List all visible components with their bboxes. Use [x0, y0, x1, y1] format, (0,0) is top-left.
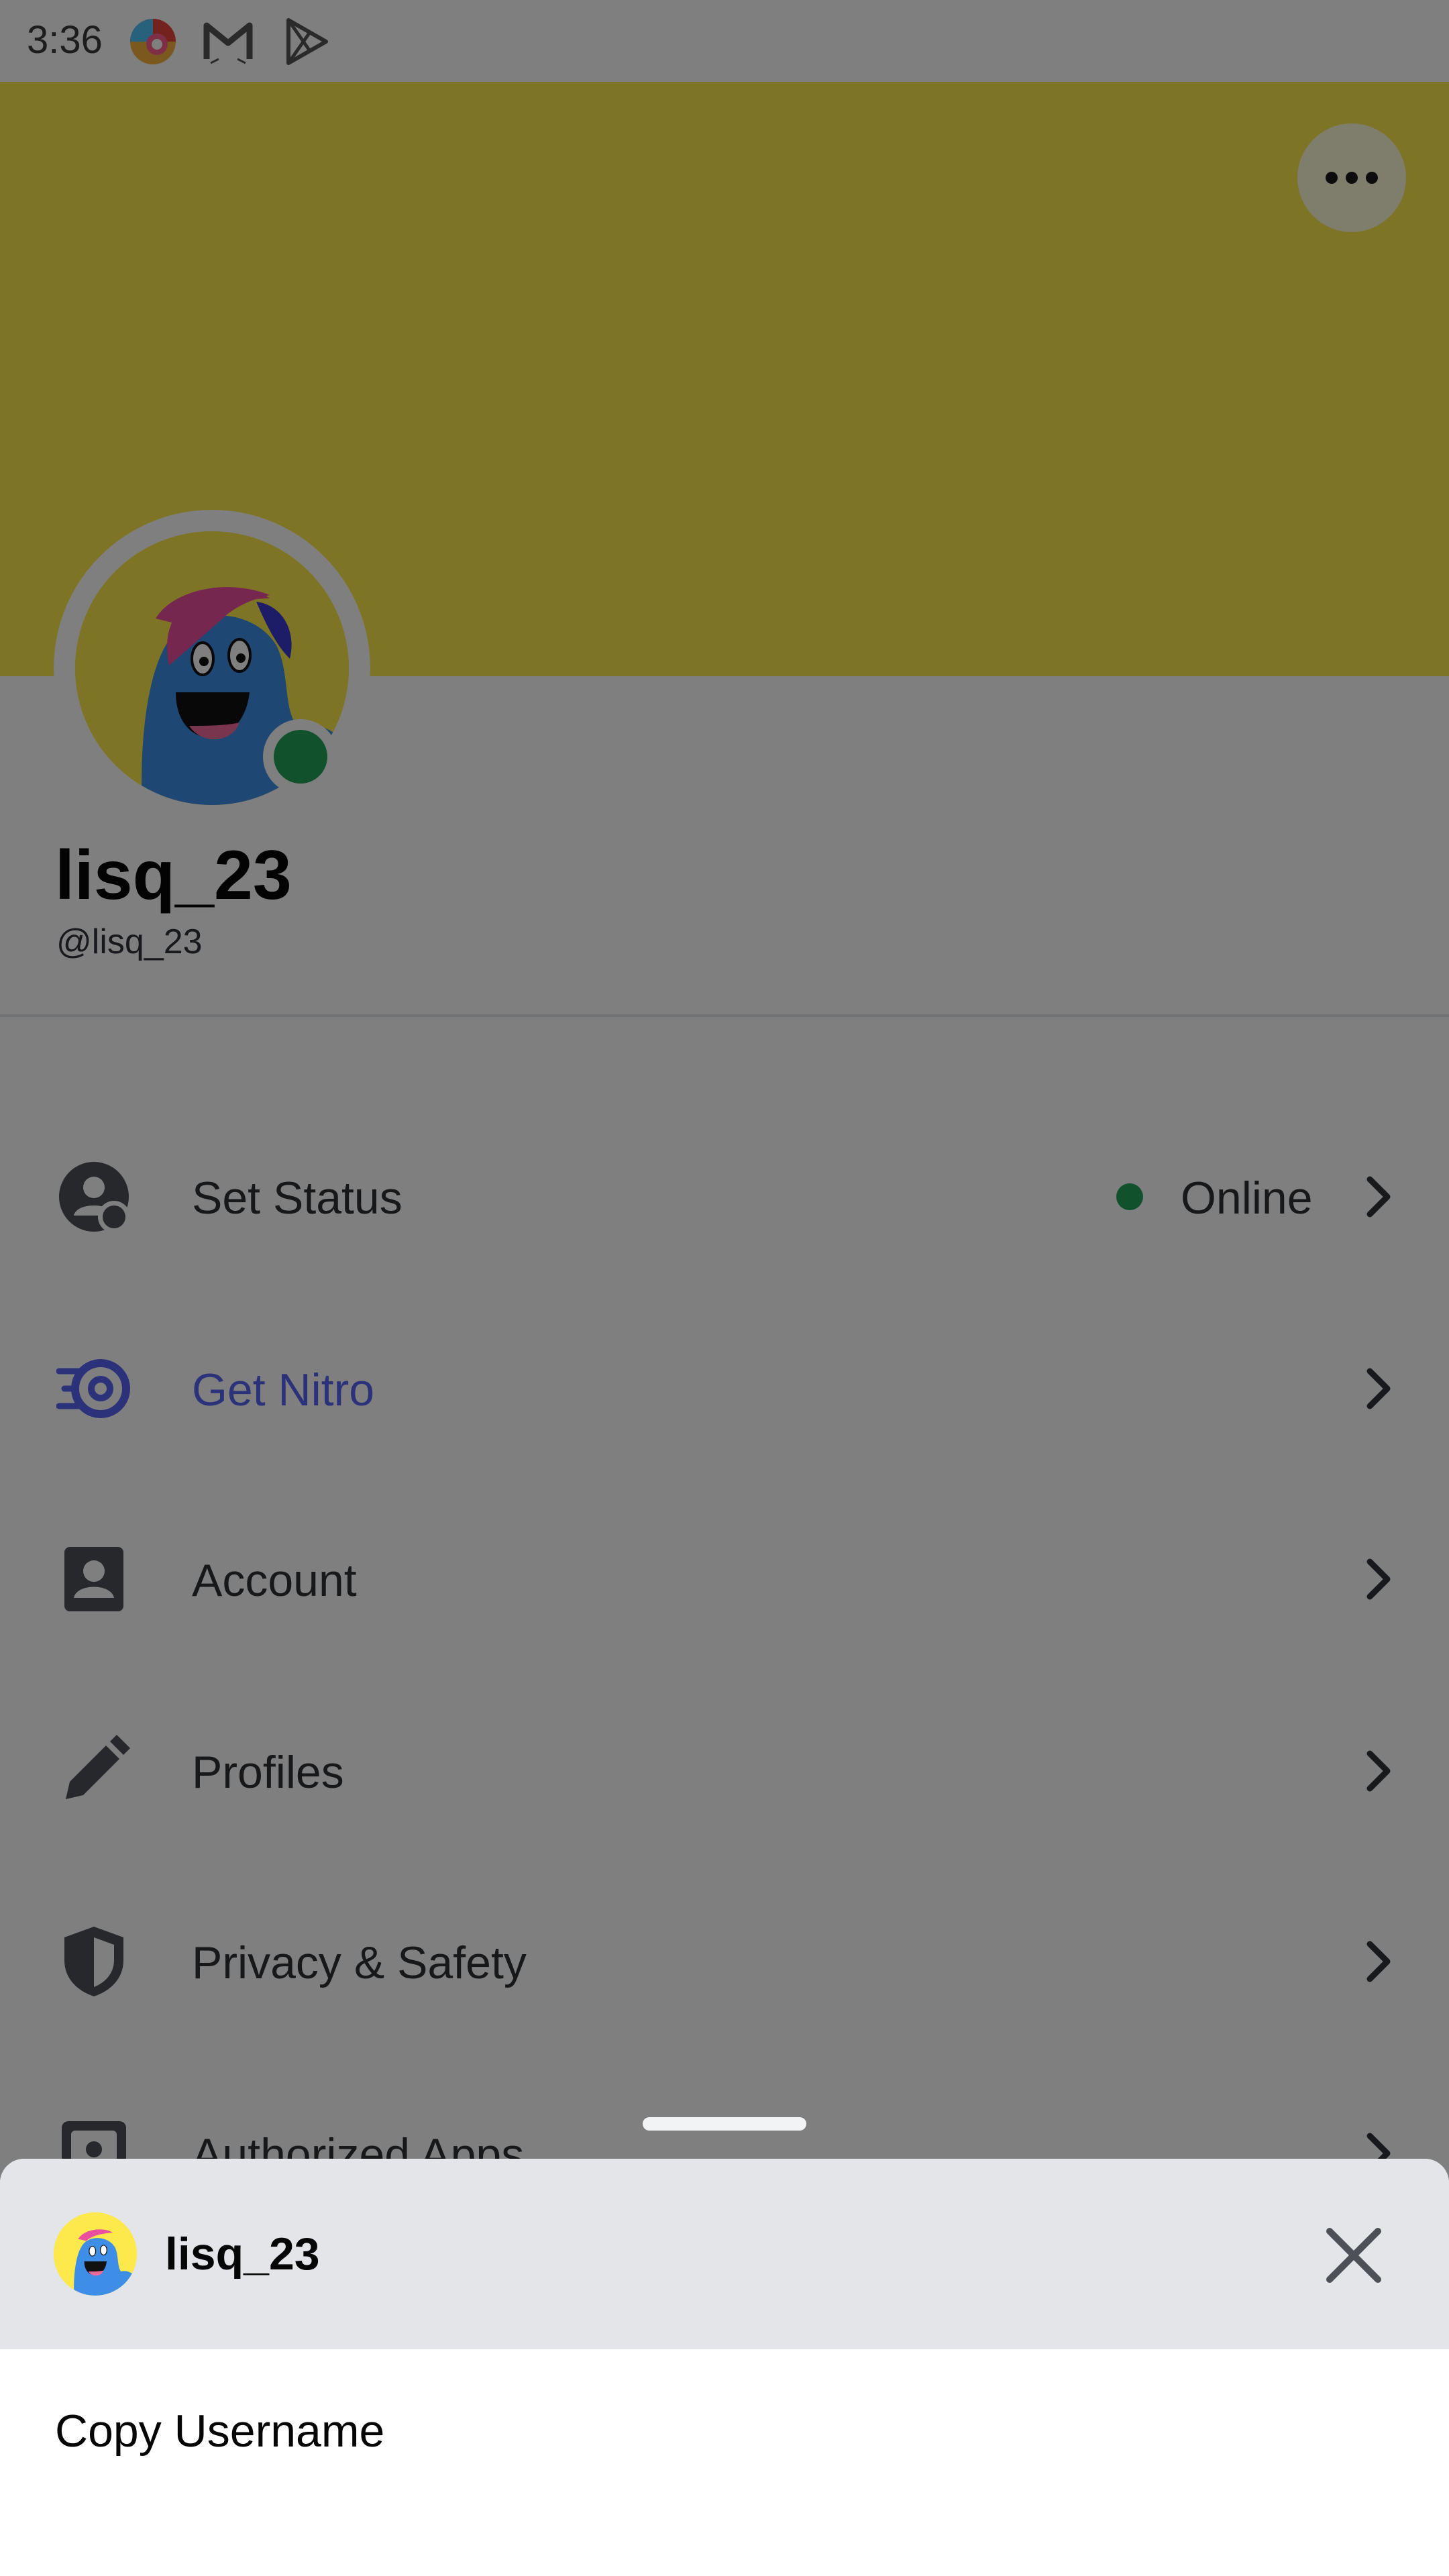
sheet-header: lisq_23	[0, 2159, 1449, 2349]
copy-username-label: Copy Username	[55, 2406, 385, 2457]
sheet-avatar	[54, 2212, 137, 2296]
sheet-drag-handle[interactable]	[643, 2117, 806, 2131]
bottom-sheet: lisq_23 Copy Username	[0, 2159, 1449, 2576]
sheet-username: lisq_23	[165, 2229, 320, 2279]
avatar-character-icon	[54, 2212, 137, 2296]
close-icon[interactable]	[1315, 2216, 1393, 2294]
copy-username-item[interactable]: Copy Username	[0, 2349, 1449, 2517]
profile-screen: 3:36	[0, 0, 1449, 2576]
